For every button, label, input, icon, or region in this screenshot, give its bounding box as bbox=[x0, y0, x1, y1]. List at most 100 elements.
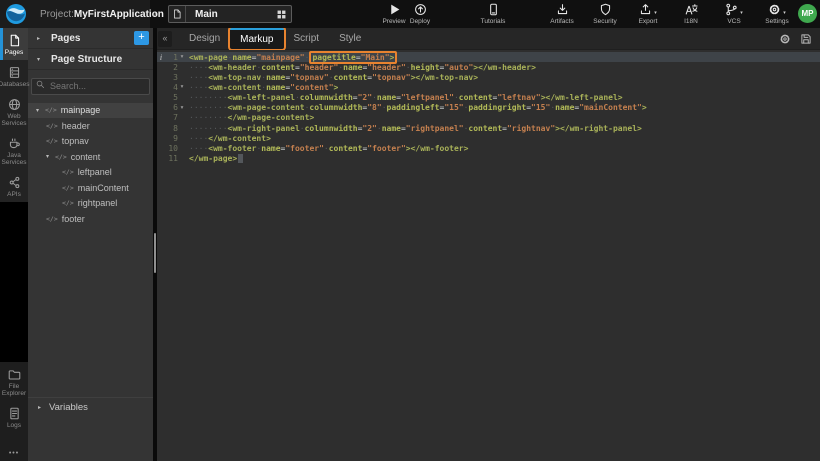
tree-item-leftpanel[interactable]: </>leftpanel bbox=[28, 165, 153, 181]
pages-panel-title: Pages bbox=[51, 33, 80, 44]
add-page-button[interactable]: + bbox=[134, 31, 149, 45]
pages-icon bbox=[8, 34, 21, 47]
code-line-11[interactable]: 11</wm-page> bbox=[157, 153, 820, 163]
tab-style[interactable]: Style bbox=[329, 28, 371, 49]
code-icon: </> bbox=[62, 199, 74, 207]
tree-item-mainContent[interactable]: </>mainContent bbox=[28, 180, 153, 196]
shield-icon bbox=[599, 3, 612, 16]
wavemaker-studio-window: Project:MyFirstApplication › Main Previe… bbox=[0, 0, 820, 461]
sidebar-item-file-explorer[interactable]: File Explorer bbox=[0, 362, 28, 401]
sidebar-item-apis[interactable]: APIs bbox=[0, 170, 28, 202]
page-structure-header[interactable]: ▾ Page Structure bbox=[28, 49, 153, 70]
line-number: 1 bbox=[165, 53, 178, 62]
code-icon: </> bbox=[46, 122, 58, 130]
i18n-button[interactable]: I18N bbox=[673, 3, 709, 25]
tab-markup[interactable]: Markup bbox=[230, 28, 283, 49]
project-name: MyFirstApplication bbox=[74, 9, 164, 20]
page-structure-title: Page Structure bbox=[51, 54, 122, 65]
gear-icon bbox=[768, 3, 781, 16]
markup-code-editor[interactable]: i1▾<wm-page·name="mainpage"·pagetitle="M… bbox=[157, 50, 820, 461]
code-icon: </> bbox=[46, 215, 58, 223]
export-button[interactable]: ▾ Export bbox=[630, 3, 666, 25]
code-text: </wm-page> bbox=[189, 154, 243, 163]
avatar[interactable]: MP bbox=[798, 4, 817, 23]
play-icon bbox=[388, 3, 401, 16]
pages-panel-header[interactable]: ▸ Pages + bbox=[28, 28, 153, 49]
tree-item-header[interactable]: </>header bbox=[28, 118, 153, 134]
tab-script[interactable]: Script bbox=[284, 28, 330, 49]
tree-item-rightpanel[interactable]: </>rightpanel bbox=[28, 196, 153, 212]
line-number: 2 bbox=[165, 63, 178, 72]
settings-button[interactable]: ▾Settings bbox=[759, 3, 795, 25]
collapse-triangle-icon[interactable]: ▸ bbox=[38, 404, 41, 411]
sidebar-item-logs[interactable]: Logs bbox=[0, 401, 28, 433]
file-explorer-label: File Explorer bbox=[2, 383, 26, 397]
search-input[interactable] bbox=[31, 78, 150, 95]
fold-arrow-icon[interactable]: ▾ bbox=[178, 54, 186, 60]
sidebar-item-databases[interactable]: Databases bbox=[0, 60, 28, 92]
code-line-7[interactable]: 7········</wm-page-content> bbox=[157, 113, 820, 123]
line-number: 6 bbox=[165, 103, 178, 112]
download-icon bbox=[556, 3, 569, 16]
page-tab-main[interactable]: Main bbox=[168, 5, 292, 23]
branch-icon bbox=[725, 3, 738, 16]
sidebar-item-pages[interactable]: Pages bbox=[0, 28, 28, 60]
gear-icon[interactable] bbox=[779, 33, 791, 45]
chevron-down-icon[interactable]: ▾ bbox=[783, 10, 786, 16]
sidebar-item-web-services[interactable]: Web Services bbox=[0, 92, 28, 131]
breadcrumb-chevron-icon: › bbox=[153, 0, 157, 28]
code-line-3[interactable]: 3····<wm-top-nav·name="topnav"·content="… bbox=[157, 72, 820, 82]
expand-triangle-icon[interactable]: ▾ bbox=[36, 107, 45, 114]
tree-item-label: mainContent bbox=[78, 183, 129, 193]
chevron-down-icon[interactable]: ▾ bbox=[740, 10, 743, 16]
fold-arrow-icon[interactable]: ▾ bbox=[178, 84, 186, 90]
chevron-down-icon[interactable]: ▾ bbox=[654, 10, 657, 16]
collapse-triangle-icon[interactable]: ▸ bbox=[37, 35, 43, 42]
code-line-6[interactable]: 6▾········<wm-page-content·columnwidth="… bbox=[157, 103, 820, 113]
artifacts-button[interactable]: Artifacts bbox=[544, 3, 580, 25]
editor-toolbar bbox=[779, 28, 812, 50]
tree-item-topnav[interactable]: </>topnav bbox=[28, 134, 153, 150]
panel-scrollbar-thumb[interactable] bbox=[154, 233, 156, 273]
info-marker-icon[interactable]: i bbox=[157, 53, 165, 62]
code-line-4[interactable]: 4▾····<wm-content·name="content"> bbox=[157, 82, 820, 92]
tutorials-icon bbox=[487, 3, 500, 16]
code-text: ········</wm-page-content> bbox=[189, 113, 314, 122]
folder-icon bbox=[8, 368, 21, 381]
code-line-5[interactable]: 5········<wm-left-panel·columnwidth="2"·… bbox=[157, 93, 820, 103]
tutorials-button[interactable]: Tutorials bbox=[475, 3, 511, 25]
collapse-panel-button[interactable]: « bbox=[158, 31, 172, 47]
tree-item-footer[interactable]: </> footer bbox=[28, 211, 153, 227]
expand-triangle-icon[interactable]: ▾ bbox=[46, 153, 55, 160]
fold-arrow-icon[interactable]: ▾ bbox=[178, 105, 186, 111]
more-button[interactable]: ••• bbox=[0, 450, 28, 457]
code-line-9[interactable]: 9····</wm-content> bbox=[157, 133, 820, 143]
expand-triangle-icon[interactable]: ▾ bbox=[37, 56, 43, 63]
code-line-1[interactable]: i1▾<wm-page·name="mainpage"·pagetitle="M… bbox=[157, 52, 820, 62]
tree-item-label: topnav bbox=[62, 136, 89, 146]
databases-label: Databases bbox=[0, 81, 30, 88]
deploy-button[interactable]: Deploy bbox=[402, 3, 438, 25]
code-text: ········<wm-right-panel·columnwidth="2"·… bbox=[189, 124, 642, 133]
wavemaker-logo-icon[interactable] bbox=[5, 3, 27, 25]
code-line-8[interactable]: 8········<wm-right-panel·columnwidth="2"… bbox=[157, 123, 820, 133]
tree-item-mainpage[interactable]: ▾</>mainpage bbox=[28, 103, 153, 119]
export-label: Export bbox=[639, 18, 658, 25]
code-line-2[interactable]: 2····<wm-header·content="header"·name="h… bbox=[157, 62, 820, 72]
tree-item-content[interactable]: ▾</>content bbox=[28, 149, 153, 165]
tab-design[interactable]: Design bbox=[179, 28, 230, 49]
code-line-10[interactable]: 10····<wm-footer·name="footer"·content="… bbox=[157, 143, 820, 153]
code-text: ········<wm-page-content·columnwidth="8"… bbox=[189, 103, 647, 112]
coffee-icon bbox=[8, 137, 21, 150]
security-button[interactable]: Security bbox=[587, 3, 623, 25]
save-icon[interactable] bbox=[800, 33, 812, 45]
sidebar-item-java-services[interactable]: Java Services bbox=[0, 131, 28, 170]
panel-divider[interactable] bbox=[153, 28, 157, 461]
code-text: ····<wm-content·name="content"> bbox=[189, 83, 338, 92]
left-nav-rail: Pages Databases Web ServicesJava Services A… bbox=[0, 28, 28, 461]
tree-item-label: footer bbox=[62, 214, 85, 224]
apis-label: APIs bbox=[7, 191, 21, 198]
vcs-button[interactable]: ▾VCS bbox=[716, 3, 752, 25]
variables-section[interactable]: ▸ Variables bbox=[28, 397, 153, 416]
grid-icon[interactable] bbox=[277, 10, 286, 19]
